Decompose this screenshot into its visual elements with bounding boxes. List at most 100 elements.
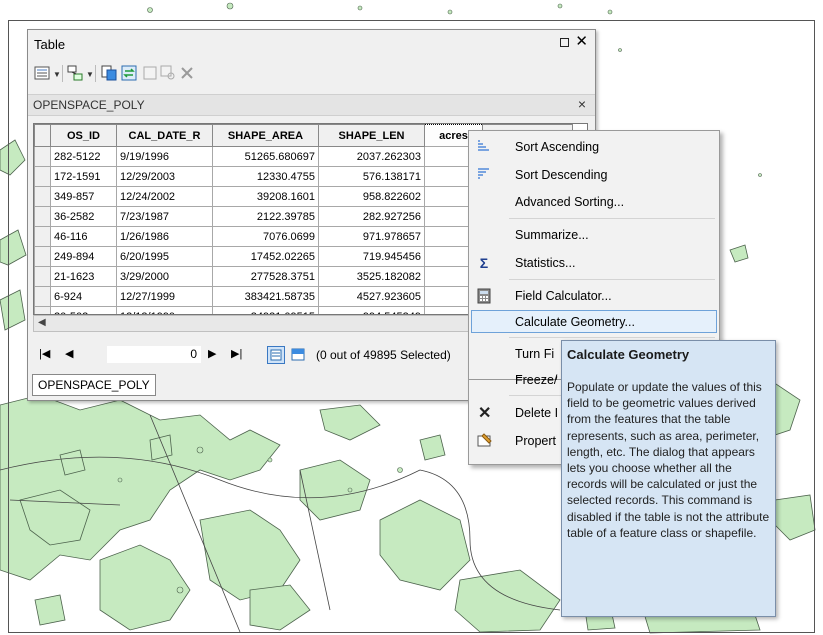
cell-shape-area[interactable]: 39208.1601 [212, 186, 319, 207]
dropdown-arrow-icon[interactable]: ▼ [53, 70, 61, 79]
cell-shape-area[interactable]: 12330.4755 [212, 166, 319, 187]
cell-cal-date-r[interactable]: 6/20/1995 [116, 246, 213, 267]
row-selector[interactable] [34, 206, 51, 227]
window-title-bar[interactable]: Table ✕ [28, 30, 595, 58]
cell-os-id[interactable]: 282-5122 [50, 146, 117, 167]
cell-cal-date-r[interactable]: 9/19/1996 [116, 146, 213, 167]
show-all-records-icon[interactable] [267, 346, 285, 364]
menu-item-advanced-sorting[interactable]: Advanced Sorting... [471, 190, 717, 213]
menu-item-delete-field[interactable]: ✕ Delete I [469, 401, 561, 424]
cell-shape-len[interactable]: 2037.262303 [318, 146, 425, 167]
current-record-input[interactable]: 0 [107, 346, 201, 363]
row-selector[interactable] [34, 286, 51, 307]
next-record-icon[interactable]: ▶ [208, 347, 216, 360]
cell-shape-area[interactable]: 51265.680697 [212, 146, 319, 167]
menu-item-statistics[interactable]: Σ Statistics... [471, 251, 717, 274]
cell-cal-date-r[interactable]: 12/29/2003 [116, 166, 213, 187]
cell-os-id[interactable]: 36-2582 [50, 206, 117, 227]
dropdown-arrow-icon[interactable]: ▼ [86, 70, 94, 79]
cell-shape-len[interactable]: 282.927256 [318, 206, 425, 227]
select-by-attributes-icon[interactable] [101, 65, 117, 81]
delete-selected-icon[interactable] [179, 65, 195, 81]
related-tables-icon[interactable] [67, 65, 83, 81]
column-header-shape-len[interactable]: SHAPE_LEN [318, 124, 425, 147]
cell-os-id[interactable]: 20-502 [50, 306, 117, 314]
row-selector[interactable] [34, 306, 51, 314]
properties-icon [477, 433, 492, 447]
restore-icon[interactable] [560, 38, 569, 47]
close-icon[interactable]: ✕ [575, 34, 588, 50]
menu-item-properties[interactable]: Propert [469, 429, 561, 452]
menu-separator [509, 279, 715, 280]
close-icon[interactable]: × [578, 96, 586, 112]
menu-separator [509, 218, 715, 219]
scroll-left-icon[interactable]: ◀ [38, 317, 46, 328]
cell-shape-area[interactable]: 277528.3751 [212, 266, 319, 287]
row-selector[interactable] [34, 186, 51, 207]
table-name: OPENSPACE_POLY [33, 98, 145, 112]
cell-cal-date-r[interactable]: 3/29/2000 [116, 266, 213, 287]
table-tab-strip: OPENSPACE_POLY [32, 374, 156, 396]
menu-item-sort-descending[interactable]: Sort Descending [471, 163, 717, 186]
tooltip-title: Calculate Geometry [567, 347, 690, 362]
menu-item-summarize[interactable]: Summarize... [471, 223, 717, 246]
cell-shape-len[interactable]: 3525.182082 [318, 266, 425, 287]
cell-os-id[interactable]: 6-924 [50, 286, 117, 307]
cell-shape-area[interactable]: 383421.58735 [212, 286, 319, 307]
menu-separator [509, 337, 715, 338]
cell-shape-len[interactable]: 971.978657 [318, 226, 425, 247]
sort-ascending-icon [478, 140, 489, 151]
cell-shape-area[interactable]: 34931.09515 [212, 306, 319, 314]
column-header-cal-date-r[interactable]: CAL_DATE_R [116, 124, 213, 147]
cell-shape-len[interactable]: 719.945456 [318, 246, 425, 267]
row-selector[interactable] [34, 146, 51, 167]
row-selector[interactable] [34, 226, 51, 247]
cell-cal-date-r[interactable]: 12/27/1999 [116, 286, 213, 307]
cell-os-id[interactable]: 249-894 [50, 246, 117, 267]
window-title: Table [34, 37, 66, 52]
cell-shape-area[interactable]: 7076.0699 [212, 226, 319, 247]
cell-shape-area[interactable]: 17452.02265 [212, 246, 319, 267]
row-selector[interactable] [34, 166, 51, 187]
selection-status: (0 out of 49895 Selected) [316, 348, 451, 362]
tooltip-body: Populate or update the values of this fi… [567, 380, 770, 540]
cell-shape-len[interactable]: 958.822602 [318, 186, 425, 207]
cell-cal-date-r[interactable]: 12/24/2002 [116, 186, 213, 207]
table-tab-openspace-poly[interactable]: OPENSPACE_POLY [32, 374, 156, 396]
show-selected-records-icon[interactable] [289, 346, 307, 364]
row-selector[interactable] [34, 246, 51, 267]
cell-shape-len[interactable]: 4527.923605 [318, 286, 425, 307]
table-tab-header: OPENSPACE_POLY × [28, 94, 595, 116]
column-header-os-id[interactable]: OS_ID [50, 124, 117, 147]
menu-item-sort-ascending[interactable]: Sort Ascending [471, 135, 717, 158]
row-selector-header[interactable] [34, 124, 51, 147]
zoom-to-selected-icon[interactable] [160, 65, 176, 81]
cell-cal-date-r[interactable]: 1/26/1986 [116, 226, 213, 247]
table-options-icon[interactable] [34, 65, 50, 81]
last-record-icon[interactable]: ▶| [231, 347, 242, 360]
cell-shape-len[interactable]: 576.138171 [318, 166, 425, 187]
menu-item-freeze-label[interactable]: Freeze/ [469, 368, 561, 391]
cell-shape-area[interactable]: 2122.39785 [212, 206, 319, 227]
cell-shape-len[interactable]: 994.545349 [318, 306, 425, 314]
calculate-geometry-tooltip: Calculate Geometry Populate or update th… [561, 340, 776, 617]
sort-descending-icon [478, 168, 489, 179]
row-selector[interactable] [34, 266, 51, 287]
table-toolbar: ▼ ▼ [32, 62, 591, 86]
switch-selection-icon[interactable] [121, 65, 137, 81]
cell-os-id[interactable]: 172-1591 [50, 166, 117, 187]
cell-os-id[interactable]: 349-857 [50, 186, 117, 207]
cell-cal-date-r[interactable]: 12/13/1990 [116, 306, 213, 314]
first-record-icon[interactable]: |◀ [39, 347, 50, 360]
cell-cal-date-r[interactable]: 7/23/1987 [116, 206, 213, 227]
cell-os-id[interactable]: 46-116 [50, 226, 117, 247]
cell-os-id[interactable]: 21-1623 [50, 266, 117, 287]
column-header-shape-area[interactable]: SHAPE_AREA [212, 124, 319, 147]
previous-record-icon[interactable]: ◀ [65, 347, 73, 360]
clear-selection-icon[interactable] [142, 65, 158, 81]
toolbar-separator [95, 65, 96, 82]
menu-item-calculate-geometry[interactable]: Calculate Geometry... [471, 310, 717, 333]
context-menu-lower-section: Freeze/ ✕ Delete I Propert [468, 373, 561, 465]
menu-item-field-calculator[interactable]: Field Calculator... [471, 284, 717, 307]
delete-field-icon: ✕ [478, 405, 492, 422]
